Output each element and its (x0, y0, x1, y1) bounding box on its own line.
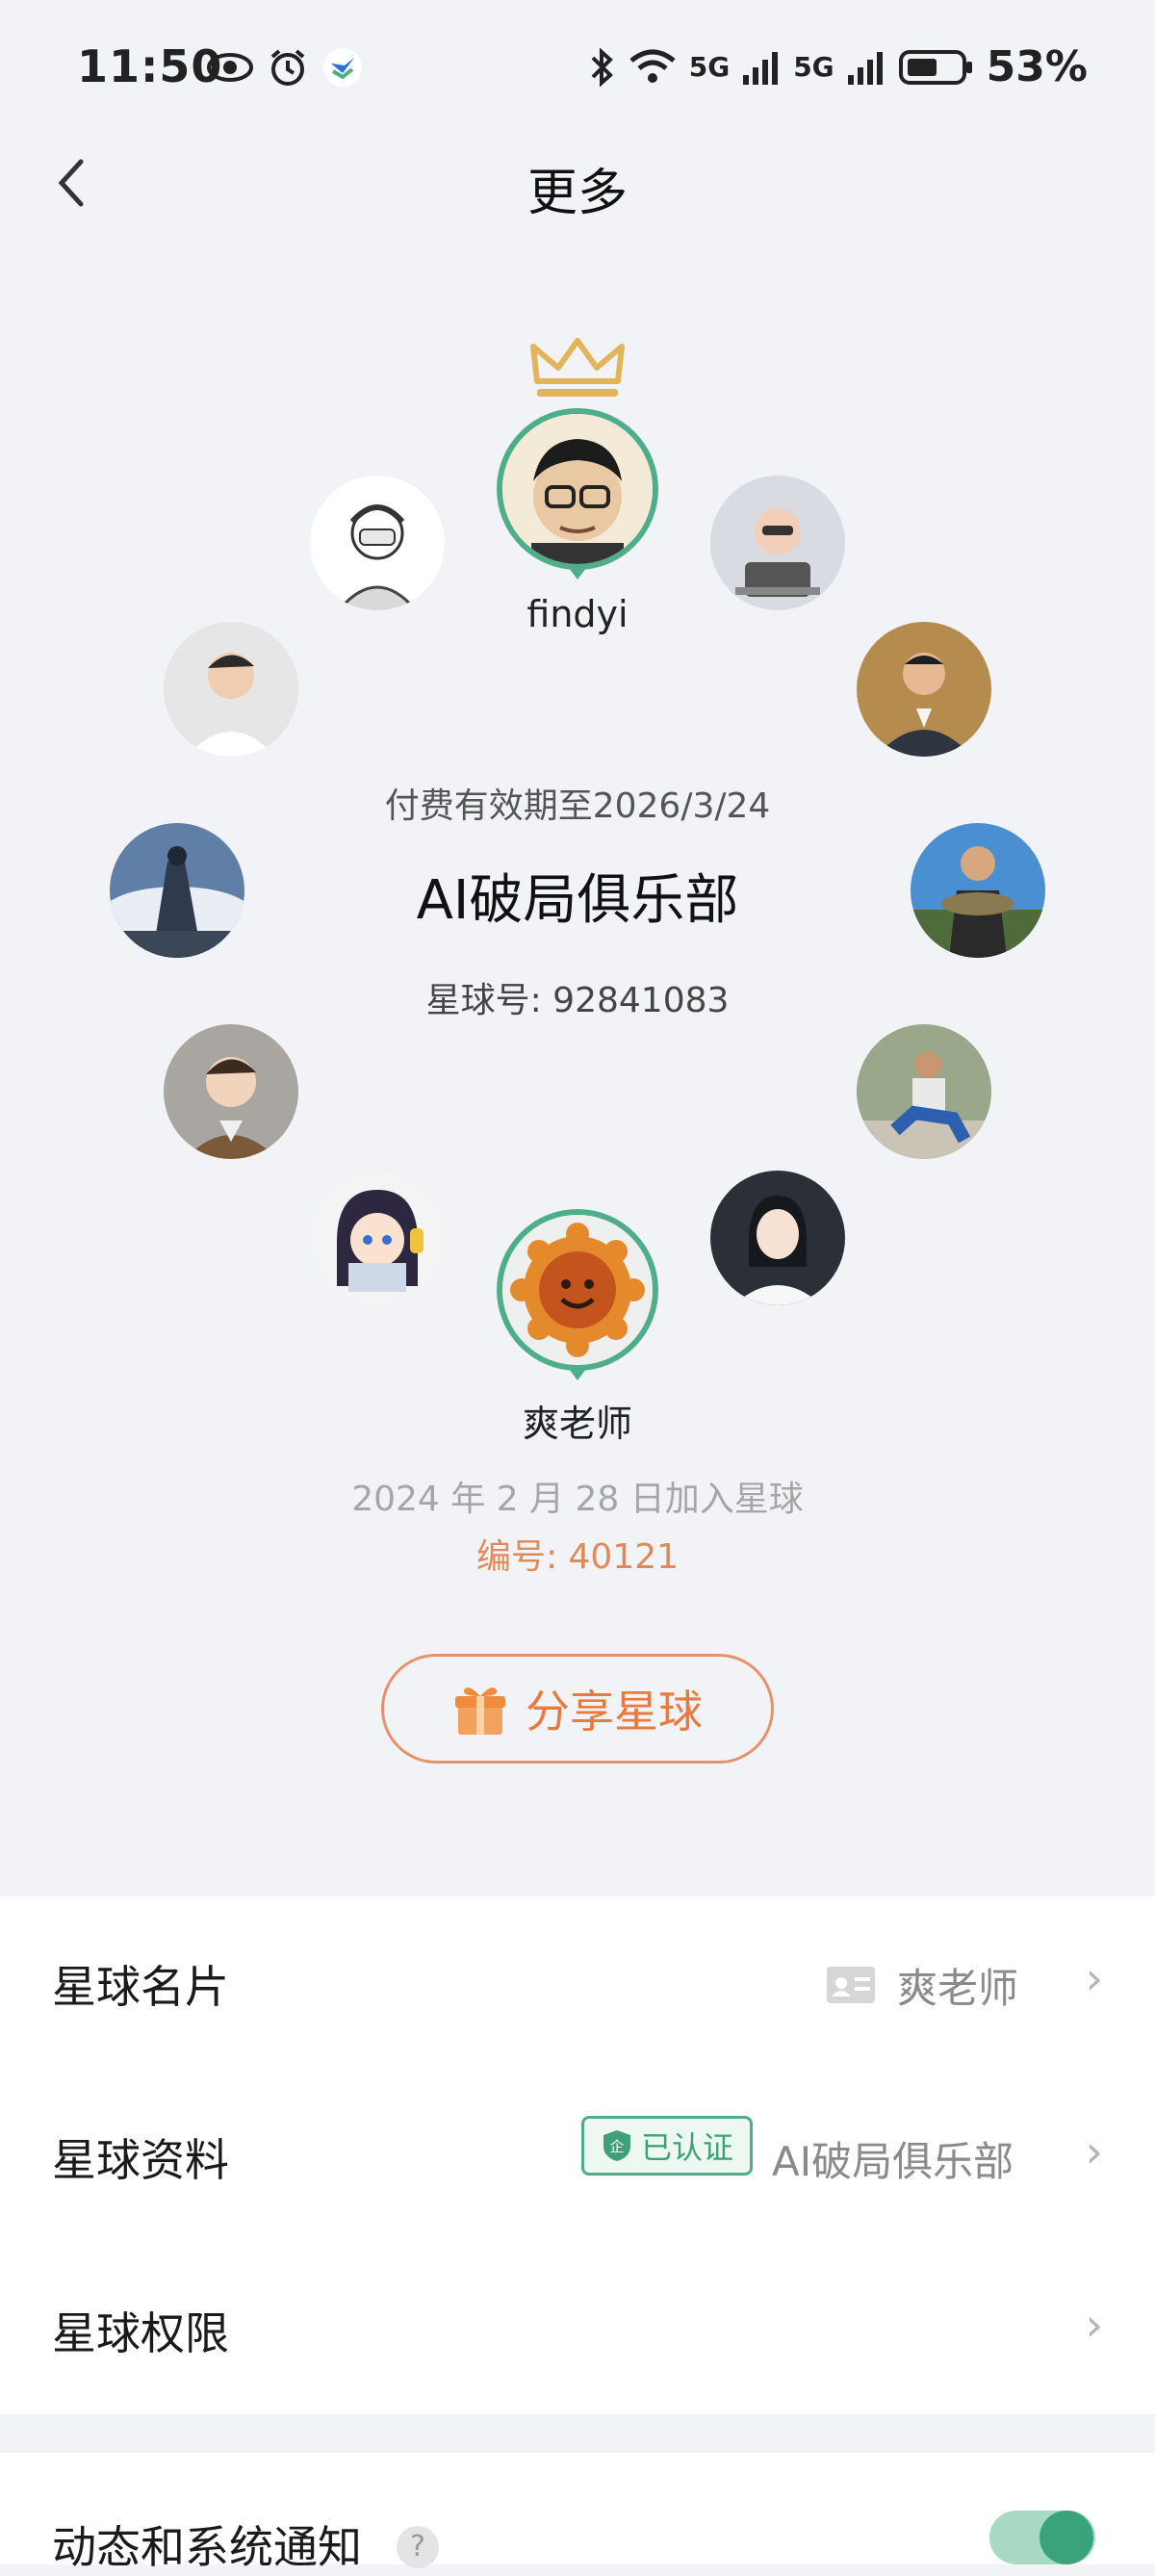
my-name: 爽老师 (522, 1403, 632, 1445)
row-label-profile: 星球资料 (52, 2134, 229, 2186)
row-value-profile: AI破局俱乐部 (772, 2138, 1014, 2185)
planet-id: 星球号: 92841083 (425, 981, 730, 1020)
signal-label: 5G (688, 51, 731, 83)
crown-icon (530, 338, 625, 397)
alarm-icon (270, 49, 305, 86)
member-avatar[interactable] (857, 1024, 991, 1159)
shield-icon: 企 (603, 2130, 630, 2161)
row-planet-card[interactable]: 星球名片 爽老师 › (0, 1896, 1155, 2068)
chevron-right-icon: › (1085, 2299, 1103, 2351)
chevron-right-icon: › (1085, 1952, 1103, 2004)
my-pin (566, 1365, 589, 1380)
member-avatar[interactable] (164, 1024, 298, 1159)
owner-avatar[interactable] (497, 408, 658, 570)
status-bar: 11:50 5G 5G 53% (0, 0, 1155, 135)
toggle-knob (1040, 2511, 1093, 2564)
app-notification-icon (323, 48, 362, 87)
id-card-icon (827, 1967, 875, 2003)
my-avatar[interactable] (497, 1209, 658, 1371)
owner-name: findyi (526, 593, 629, 635)
svg-text:企: 企 (609, 2138, 624, 2155)
eye-icon (207, 53, 253, 82)
gift-icon (455, 1687, 505, 1735)
battery-icon (898, 49, 972, 85)
member-avatar[interactable] (710, 476, 845, 610)
verified-badge: 企 已认证 (581, 2116, 753, 2176)
member-avatar[interactable] (710, 1171, 845, 1305)
member-avatar[interactable] (857, 622, 991, 757)
notification-label: 动态和系统通知 (52, 2521, 362, 2573)
planet-name: AI破局俱乐部 (416, 869, 739, 932)
member-number: 编号: 40121 (475, 1537, 680, 1577)
page-title: 更多 (526, 165, 628, 222)
wifi-icon (629, 49, 676, 83)
row-label-permissions: 星球权限 (52, 2307, 229, 2359)
row-planet-permissions[interactable]: 星球权限 › (0, 2243, 1155, 2414)
signal-icon (743, 51, 779, 85)
help-icon[interactable]: ? (397, 2526, 439, 2568)
chevron-right-icon: › (1085, 2125, 1103, 2177)
status-left-icons (206, 46, 364, 89)
member-avatar[interactable] (310, 1171, 445, 1305)
owner-pin (566, 564, 589, 580)
notification-card: 动态和系统通知 ? (0, 2453, 1155, 2573)
verified-label: 已认证 (640, 2129, 733, 2166)
status-right-icons: 5G 5G 53% (587, 42, 1088, 91)
status-time: 11:50 (77, 40, 223, 92)
row-label-card: 星球名片 (52, 1961, 229, 2013)
member-avatar[interactable] (310, 476, 445, 610)
member-avatar[interactable] (164, 622, 298, 757)
battery-percent: 53% (986, 42, 1088, 91)
signal-icon (847, 51, 883, 85)
joined-date: 2024 年 2 月 28 日加入星球 (351, 1480, 804, 1519)
bluetooth-icon (591, 47, 613, 87)
row-value-card: 爽老师 (897, 1965, 1019, 2012)
nav-bar: 更多 (0, 135, 1155, 241)
expiry-text: 付费有效期至2026/3/24 (384, 786, 771, 826)
share-planet-button[interactable]: 分享星球 (381, 1654, 774, 1764)
signal-label-2: 5G (793, 51, 834, 83)
share-planet-label: 分享星球 (526, 1686, 703, 1738)
settings-card: 星球名片 爽老师 › 星球资料 企 已认证 AI破局俱乐部 › 星球权限 › (0, 1896, 1155, 2414)
row-planet-profile[interactable]: 星球资料 企 已认证 AI破局俱乐部 › (0, 2070, 1155, 2241)
